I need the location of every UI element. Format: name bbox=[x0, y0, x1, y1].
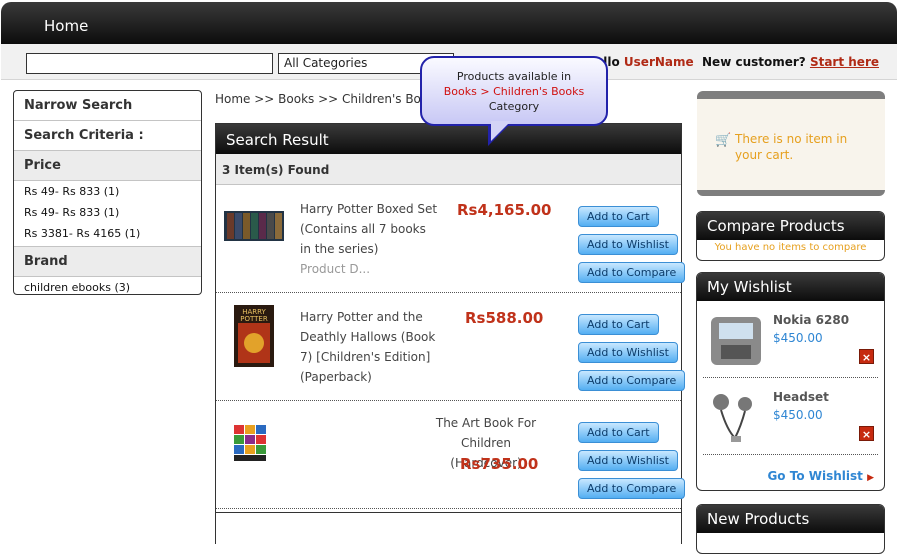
wishlist-item-1: Nokia 6280 $450.00 × bbox=[703, 301, 878, 378]
wishlist-item-name[interactable]: Nokia 6280 bbox=[773, 313, 849, 327]
search-results-title: Search Result bbox=[216, 124, 681, 154]
go-to-wishlist-link[interactable]: Go To Wishlist ▶ bbox=[767, 469, 874, 483]
narrow-search-panel: Narrow Search Search Criteria : Price Rs… bbox=[13, 90, 202, 295]
add-to-wishlist-button[interactable]: Add to Wishlist bbox=[578, 450, 678, 471]
arrow-right-icon: ▶ bbox=[867, 473, 874, 483]
search-input[interactable] bbox=[26, 53, 273, 74]
cart-empty-message: There is no item in your cart. bbox=[735, 132, 848, 162]
mini-cart: 🛒 There is no item in your cart. bbox=[697, 91, 885, 196]
price-filter-1[interactable]: Rs 49- Rs 833 (1) bbox=[14, 181, 201, 202]
add-to-compare-button[interactable]: Add to Compare bbox=[578, 262, 686, 283]
add-to-cart-button[interactable]: Add to Cart bbox=[578, 314, 659, 335]
product-more[interactable]: Product D... bbox=[300, 262, 370, 276]
start-here-link[interactable]: Start here bbox=[810, 55, 879, 69]
product-image-nokia[interactable] bbox=[705, 309, 767, 371]
wishlist-item-name[interactable]: Headset bbox=[773, 390, 829, 404]
product-image-boxed-set[interactable] bbox=[224, 197, 284, 257]
callout-line-1: Products available in bbox=[456, 70, 572, 83]
wishlist-panel: My Wishlist Nokia 6280 $450.00 × Headset… bbox=[696, 272, 885, 491]
brand-filter-1[interactable]: children ebooks (3) bbox=[14, 277, 201, 294]
add-to-cart-button[interactable]: Add to Cart bbox=[578, 422, 659, 443]
product-price: Rs735.00 bbox=[460, 455, 539, 473]
callout-line-3: Category bbox=[488, 100, 540, 113]
product-image-deathly-hallows[interactable]: HARRY POTTER bbox=[234, 305, 274, 367]
product-price: Rs4,165.00 bbox=[457, 201, 552, 219]
product-image-art-book[interactable] bbox=[228, 415, 280, 473]
greeting: Hello UserName New customer? Start here bbox=[585, 55, 879, 69]
username[interactable]: UserName bbox=[624, 55, 694, 69]
callout-line-2: Books > Children's Books bbox=[443, 85, 585, 98]
product-row-1: Harry Potter Boxed Set (Contains all 7 b… bbox=[216, 185, 686, 293]
go-to-wishlist-label[interactable]: Go To Wishlist bbox=[767, 469, 862, 483]
narrow-search-title: Narrow Search bbox=[14, 91, 201, 121]
brand-heading: Brand bbox=[14, 247, 201, 277]
wishlist-item-price: $450.00 bbox=[773, 331, 823, 345]
nav-home-link[interactable]: Home bbox=[44, 17, 88, 35]
add-to-wishlist-button[interactable]: Add to Wishlist bbox=[578, 342, 678, 363]
product-row-2: HARRY POTTER Harry Potter and the Deathl… bbox=[216, 293, 686, 401]
search-results-panel: Search Result 3 Item(s) Found Harry Pott… bbox=[215, 123, 686, 544]
svg-text:POTTER: POTTER bbox=[240, 315, 268, 323]
wishlist-item-price: $450.00 bbox=[773, 408, 823, 422]
add-to-wishlist-button[interactable]: Add to Wishlist bbox=[578, 234, 678, 255]
breadcrumb[interactable]: Home >> Books >> Children's Books bbox=[215, 92, 441, 106]
remove-icon[interactable]: × bbox=[859, 349, 874, 364]
new-products-title: New Products bbox=[697, 505, 884, 533]
product-image-headset[interactable] bbox=[705, 386, 767, 448]
add-to-cart-button[interactable]: Add to Cart bbox=[578, 206, 659, 227]
price-filter-3[interactable]: Rs 3381- Rs 4165 (1) bbox=[14, 223, 201, 247]
price-filter-2[interactable]: Rs 49- Rs 833 (1) bbox=[14, 202, 201, 223]
search-criteria-label: Search Criteria : bbox=[14, 121, 201, 151]
compare-empty-message: You have no items to compare bbox=[714, 242, 867, 253]
wishlist-item-2: Headset $450.00 × bbox=[703, 378, 878, 455]
remove-icon[interactable]: × bbox=[859, 426, 874, 441]
new-customer-label: New customer? bbox=[702, 55, 806, 69]
wishlist-title: My Wishlist bbox=[697, 273, 884, 301]
new-products-panel: New Products bbox=[696, 504, 885, 554]
product-price: Rs588.00 bbox=[465, 309, 544, 327]
product-name-text[interactable]: Harry Potter Boxed Set (Contains all 7 b… bbox=[300, 202, 437, 256]
compare-products-title: Compare Products bbox=[697, 212, 884, 240]
product-name[interactable]: Harry Potter and the Deathly Hallows (Bo… bbox=[300, 307, 440, 387]
category-callout: Products available in Books > Children's… bbox=[420, 56, 608, 126]
price-heading: Price bbox=[14, 151, 201, 181]
top-nav-bar: Home bbox=[1, 2, 897, 44]
results-divider bbox=[216, 509, 681, 513]
product-row-3: The Art Book For Children (Hardcover) Rs… bbox=[216, 401, 686, 509]
cart-icon: 🛒 bbox=[715, 133, 732, 148]
compare-products-panel: Compare Products You have no items to co… bbox=[696, 211, 885, 261]
add-to-compare-button[interactable]: Add to Compare bbox=[578, 370, 686, 391]
product-name[interactable]: Harry Potter Boxed Set (Contains all 7 b… bbox=[300, 199, 440, 279]
add-to-compare-button[interactable]: Add to Compare bbox=[578, 478, 686, 499]
callout-tail-inner bbox=[491, 121, 511, 141]
results-count: 3 Item(s) Found bbox=[216, 154, 681, 185]
